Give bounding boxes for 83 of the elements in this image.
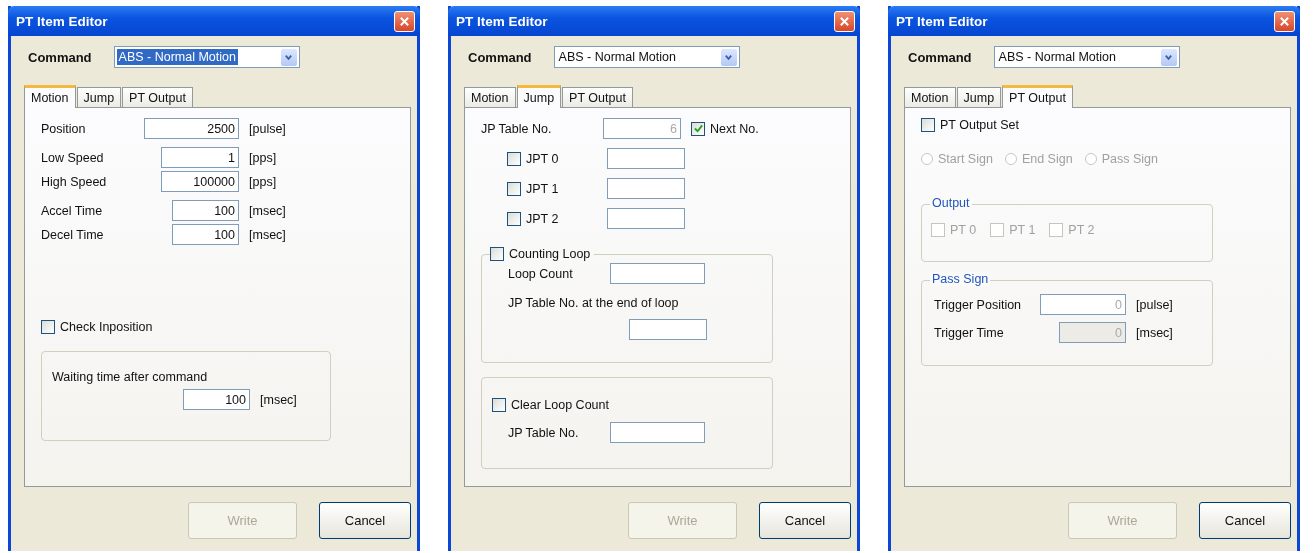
checkbox-label: Check Inposition — [60, 320, 153, 334]
checkbox[interactable] — [41, 320, 55, 334]
tab[interactable]: Motion — [904, 87, 956, 107]
close-button[interactable] — [1274, 10, 1295, 32]
input-field[interactable] — [629, 319, 707, 340]
input-field[interactable]: 100 — [183, 389, 250, 410]
command-dropdown[interactable]: ABS - Normal Motion — [553, 46, 740, 68]
unit-label: [pulse] — [249, 121, 286, 136]
unit-label: [pps] — [249, 174, 277, 189]
tab[interactable]: PT Output — [122, 87, 193, 107]
window-title: PT Item Editor — [16, 13, 108, 29]
checkbox[interactable] — [507, 151, 521, 166]
checkbox[interactable] — [492, 398, 506, 412]
field-label: Low Speed — [41, 150, 105, 165]
group-title: Pass Sign — [930, 272, 991, 286]
input-field[interactable] — [607, 208, 685, 229]
tab[interactable]: Jump — [956, 87, 1002, 107]
command-dropdown[interactable]: ABS - Normal Motion — [113, 46, 300, 68]
dialog-button[interactable]: Cancel — [759, 502, 851, 539]
input-field[interactable]: 100000 — [161, 171, 239, 192]
unit-label: [msec] — [249, 227, 286, 242]
checkbox-label: Clear Loop Count — [511, 398, 609, 412]
field-label: Decel Time — [41, 227, 105, 242]
radio-label: Start Sign — [938, 152, 993, 166]
tab[interactable]: Motion — [464, 87, 516, 107]
close-button[interactable] — [394, 10, 415, 32]
checkbox-label: JPT 1 — [526, 181, 560, 196]
field-label: Loop Count — [508, 266, 574, 281]
input-field[interactable] — [607, 178, 685, 199]
unit-label: [pps] — [249, 150, 277, 165]
radio-label: Pass Sign — [1101, 152, 1158, 166]
field-label: JP Table No. — [508, 425, 580, 440]
checkbox[interactable] — [921, 118, 935, 132]
input-field[interactable]: 2500 — [144, 118, 239, 139]
checkbox-label: PT 0 — [950, 223, 977, 237]
unit-label: [msec] — [249, 203, 286, 218]
checkbox[interactable] — [507, 181, 521, 196]
checkbox-label: Counting Loop — [509, 247, 591, 261]
unit-label: [pulse] — [1136, 297, 1173, 312]
input-field[interactable] — [610, 422, 705, 443]
close-icon — [839, 15, 850, 27]
field-label: Accel Time — [41, 203, 104, 218]
input-field[interactable]: 1 — [161, 147, 239, 168]
input-field[interactable]: 100 — [172, 200, 239, 221]
tab[interactable]: PT Output — [562, 87, 633, 107]
unit-label: [msec] — [1136, 325, 1173, 340]
tab[interactable]: Jump — [516, 85, 562, 108]
checkbox[interactable] — [490, 247, 504, 261]
field-label: JP Table No. — [481, 121, 553, 136]
field-label: Waiting time after command — [52, 370, 208, 384]
command-label: Command — [908, 49, 972, 65]
tab[interactable]: Motion — [24, 85, 76, 108]
close-icon — [1279, 15, 1290, 27]
input-field[interactable] — [610, 263, 705, 284]
checkbox-label: JPT 2 — [526, 211, 560, 226]
checkbox-label: PT 1 — [1009, 223, 1036, 237]
input-field[interactable] — [607, 148, 685, 169]
checkbox-label: PT Output Set — [940, 118, 1019, 132]
checkbox-label: PT 2 — [1068, 223, 1095, 237]
unit-label: [msec] — [260, 392, 297, 407]
window-title: PT Item Editor — [456, 13, 548, 29]
close-icon — [399, 15, 410, 27]
checkbox-label: Next No. — [710, 121, 759, 136]
radio-label: End Sign — [1021, 152, 1073, 166]
field-label: Position — [41, 121, 87, 136]
tab[interactable]: Jump — [76, 87, 122, 107]
group-title: Output — [930, 196, 972, 210]
field-label: High Speed — [41, 174, 108, 189]
command-dropdown[interactable]: ABS - Normal Motion — [993, 46, 1180, 68]
tab[interactable]: PT Output — [1002, 85, 1073, 108]
close-button[interactable] — [834, 10, 855, 32]
input-field[interactable]: 100 — [172, 224, 239, 245]
command-label: Command — [28, 49, 92, 65]
field-label: JP Table No. at the end of loop — [508, 296, 680, 310]
checkbox-label: JPT 0 — [526, 151, 560, 166]
field-label: Trigger Time — [934, 325, 1005, 340]
dialog-button[interactable]: Cancel — [1199, 502, 1291, 539]
window-title: PT Item Editor — [896, 13, 988, 29]
dialog-button[interactable]: Cancel — [319, 502, 411, 539]
checkbox[interactable] — [507, 211, 521, 226]
checkbox[interactable] — [691, 121, 705, 136]
field-label: Trigger Position — [934, 297, 1023, 312]
command-label: Command — [468, 49, 532, 65]
